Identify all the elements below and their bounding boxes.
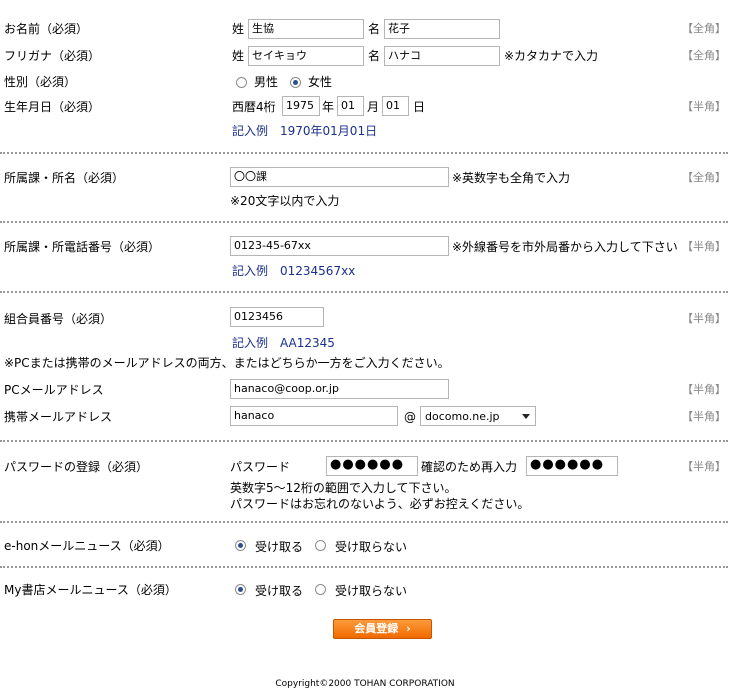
phone-input[interactable]: 0123-45-67xx bbox=[230, 236, 449, 256]
ehon-news-decline-label: 受け取らない bbox=[335, 540, 408, 554]
kana-mei-prefix: 名 bbox=[368, 49, 381, 63]
kana-sei-input[interactable]: セイキョウ bbox=[248, 46, 364, 66]
password-input[interactable]: ●●●●●● bbox=[326, 456, 418, 476]
dept-note2: ※20文字以内で入力 bbox=[230, 194, 340, 208]
chevron-right-icon: › bbox=[406, 622, 411, 635]
mail-note: ※PCまたは携帯のメールアドレスの両方、またはどちらか一方をご入力ください。 bbox=[4, 356, 450, 370]
password-confirm-label: 確認のため再入力 bbox=[421, 460, 518, 474]
ehon-news-receive-label: 受け取る bbox=[255, 540, 304, 554]
kana-label: フリガナ（必須） bbox=[4, 49, 101, 63]
gender-male-radio[interactable] bbox=[236, 77, 247, 88]
dept-note: ※英数字も全角で入力 bbox=[452, 171, 571, 185]
separator bbox=[0, 221, 728, 223]
hankaku-tag: 【半角】 bbox=[682, 240, 726, 253]
mobile-mail-input[interactable]: hanaco bbox=[230, 406, 398, 426]
my-news-label: My書店メールニュース（必須） bbox=[4, 583, 177, 597]
name-label: お名前（必須） bbox=[4, 22, 89, 36]
hankaku-tag: 【半角】 bbox=[682, 100, 726, 113]
separator bbox=[0, 521, 728, 523]
dept-input[interactable]: 〇〇課 bbox=[230, 167, 449, 187]
ehon-news-receive-radio[interactable] bbox=[235, 540, 246, 551]
birth-day-input[interactable]: 01 bbox=[382, 96, 409, 116]
my-news-receive-label: 受け取る bbox=[255, 584, 304, 598]
copyright: Copyright©2000 TOHAN CORPORATION bbox=[275, 679, 455, 689]
password-help-2: パスワードはお忘れのないよう、必ずお控えください。 bbox=[230, 497, 530, 511]
sei-input[interactable]: 生協 bbox=[248, 19, 364, 39]
mei-input[interactable]: 花子 bbox=[384, 19, 500, 39]
password-field-label: パスワード bbox=[230, 460, 291, 474]
gender-female-radio[interactable] bbox=[290, 77, 301, 88]
member-input[interactable]: 0123456 bbox=[230, 307, 324, 327]
register-button[interactable]: 会員登録 › bbox=[333, 619, 432, 639]
chevron-down-icon bbox=[522, 414, 530, 419]
password-label: パスワードの登録（必須） bbox=[4, 460, 149, 474]
register-button-label: 会員登録 bbox=[354, 622, 399, 635]
hankaku-tag: 【半角】 bbox=[682, 410, 726, 423]
birth-year-unit: 年 bbox=[322, 100, 335, 114]
password-confirm-input[interactable]: ●●●●●● bbox=[526, 456, 618, 476]
at-sign: @ bbox=[404, 410, 416, 424]
member-label: 組合員番号（必須） bbox=[4, 312, 113, 326]
birth-year-input[interactable]: 1975 bbox=[282, 96, 320, 116]
phone-label: 所属課・所電話番号（必須） bbox=[4, 240, 161, 254]
hankaku-tag: 【半角】 bbox=[682, 383, 726, 396]
separator bbox=[0, 152, 728, 154]
birth-example: 記入例 1970年01月01日 bbox=[232, 124, 378, 138]
gender-female-label: 女性 bbox=[308, 75, 333, 89]
mei-prefix: 名 bbox=[368, 22, 381, 36]
sei-prefix: 姓 bbox=[232, 22, 245, 36]
password-help-1: 英数字5～12桁の範囲で入力して下さい。 bbox=[230, 481, 457, 495]
birth-month-input[interactable]: 01 bbox=[337, 96, 364, 116]
mobile-domain-select[interactable]: docomo.ne.jp bbox=[420, 406, 536, 426]
hankaku-tag: 【半角】 bbox=[682, 460, 726, 473]
birth-label: 生年月日（必須） bbox=[4, 100, 101, 114]
pc-mail-input[interactable]: hanaco@coop.or.jp bbox=[230, 379, 449, 399]
ehon-news-decline-radio[interactable] bbox=[315, 540, 326, 551]
birth-prefix: 西暦4桁 bbox=[232, 100, 276, 114]
gender-male-label: 男性 bbox=[254, 75, 279, 89]
birth-day-unit: 日 bbox=[413, 100, 426, 114]
gender-label: 性別（必須） bbox=[4, 75, 77, 89]
my-news-decline-label: 受け取らない bbox=[335, 584, 408, 598]
dept-label: 所属課・所名（必須） bbox=[4, 171, 125, 185]
separator bbox=[0, 440, 728, 442]
kana-sei-prefix: 姓 bbox=[232, 49, 245, 63]
separator bbox=[0, 566, 728, 568]
mobile-mail-label: 携帯メールアドレス bbox=[4, 410, 113, 424]
phone-note: ※外線番号を市外局番から入力して下さい bbox=[452, 240, 678, 254]
zenkaku-tag: 【全角】 bbox=[682, 49, 726, 62]
kana-note: ※カタカナで入力 bbox=[504, 49, 599, 63]
birth-month-unit: 月 bbox=[367, 100, 380, 114]
ehon-news-label: e-honメールニュース（必須） bbox=[4, 539, 170, 553]
separator bbox=[0, 291, 728, 293]
phone-example: 記入例 01234567xx bbox=[232, 264, 356, 278]
hankaku-tag: 【半角】 bbox=[682, 312, 726, 325]
my-news-receive-radio[interactable] bbox=[235, 584, 246, 595]
pc-mail-label: PCメールアドレス bbox=[4, 383, 104, 397]
zenkaku-tag: 【全角】 bbox=[682, 22, 726, 35]
kana-mei-input[interactable]: ハナコ bbox=[384, 46, 500, 66]
mobile-domain-value: docomo.ne.jp bbox=[425, 410, 500, 423]
my-news-decline-radio[interactable] bbox=[315, 584, 326, 595]
zenkaku-tag: 【全角】 bbox=[682, 171, 726, 184]
member-example: 記入例 AA12345 bbox=[232, 336, 335, 350]
